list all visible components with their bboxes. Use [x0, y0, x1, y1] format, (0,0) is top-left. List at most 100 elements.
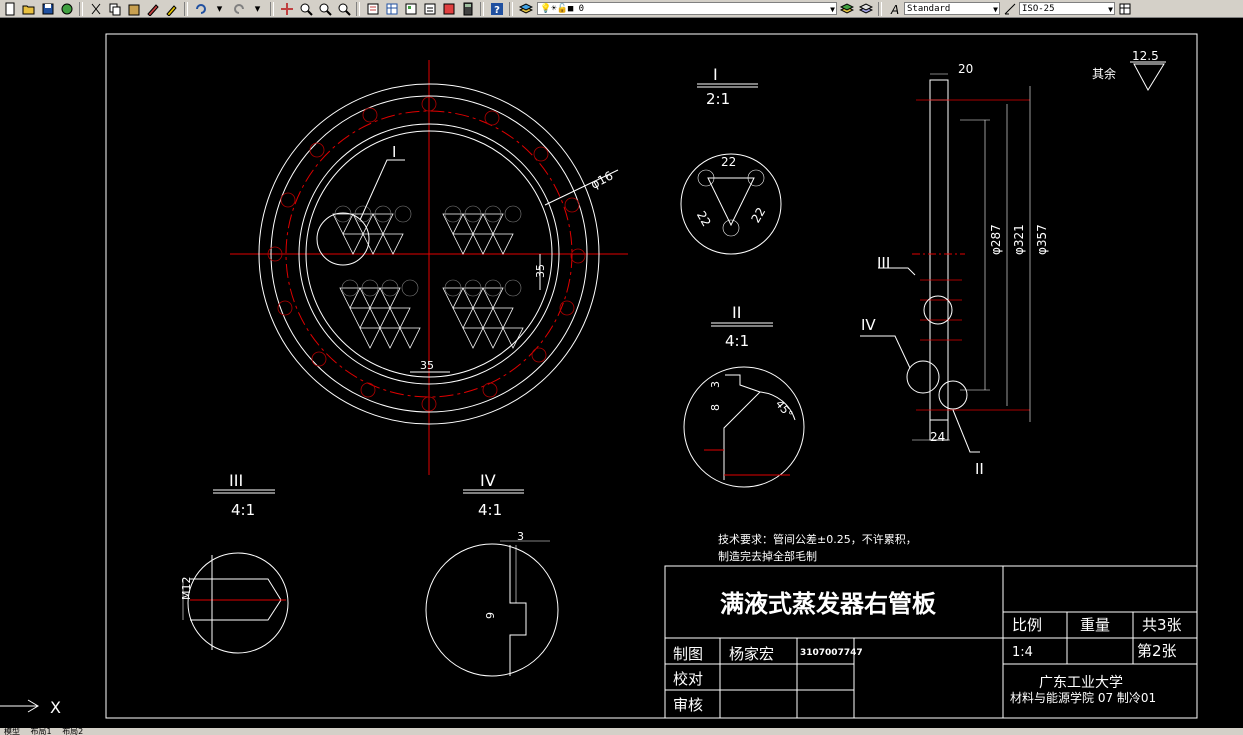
detail-IV-dim-3: 3	[517, 530, 524, 543]
detail-IV-label: IV	[480, 471, 496, 490]
svg-text:?: ?	[494, 5, 500, 16]
detail-I-label: I	[713, 65, 718, 84]
zoom-realtime-icon[interactable]	[297, 1, 314, 16]
text-style-icon[interactable]: A	[886, 1, 903, 16]
drawn-by: 杨家宏	[729, 645, 774, 663]
roughness-value: 12.5	[1132, 49, 1159, 63]
tab-layout1[interactable]: 布局1	[27, 728, 56, 735]
detail-II-label: II	[732, 303, 741, 322]
ratio-label: 比例	[1012, 616, 1042, 634]
detail-I-scale: 2:1	[706, 90, 730, 108]
dim-style-value: ISO-25	[1022, 4, 1055, 14]
detail-III-thread: M12	[180, 577, 193, 601]
drawing-canvas[interactable]: I φ16 35 35 I 2:1 22 22 22 II 4:1 3 8 45…	[0, 18, 1243, 728]
detail-II-angle: 45°	[773, 398, 795, 421]
roughness-symbol: 其余 12.5	[1092, 49, 1166, 92]
side-d357-text: φ357	[1035, 224, 1049, 255]
detail-III-view[interactable]: III 4:1 M12	[180, 471, 289, 654]
standard-toolbar: ▾ ▾ ? 💡☀🔓■ 0 ▼ A Standard ▼ ISO-25 ▼	[0, 0, 1243, 18]
department: 材料与能源学院 07 制冷01	[1010, 690, 1156, 705]
layer-dropdown[interactable]: 💡☀🔓■ 0 ▼	[537, 2, 837, 15]
detail-IV-view[interactable]: IV 4:1 3 9	[425, 471, 559, 677]
side-callout-II: II	[975, 460, 984, 478]
detail-III-label: III	[229, 471, 243, 490]
undo-icon[interactable]	[192, 1, 209, 16]
tab-model[interactable]: 模型	[0, 728, 24, 735]
detail-II-scale: 4:1	[725, 332, 749, 350]
tech-requirements-line2: 制造完去掉全部毛制	[718, 549, 817, 563]
paste-icon[interactable]	[125, 1, 142, 16]
tab-layout2[interactable]: 布局2	[58, 728, 87, 735]
save-icon[interactable]	[39, 1, 56, 16]
pan-icon[interactable]	[278, 1, 295, 16]
open-icon[interactable]	[20, 1, 37, 16]
ratio-value: 1:4	[1012, 645, 1033, 660]
drawn-label: 制图	[673, 645, 703, 663]
layer-name: 0	[578, 4, 585, 14]
markup-icon[interactable]	[440, 1, 457, 16]
pitch-vertical-text: 35	[534, 264, 547, 278]
make-current-layer-icon[interactable]	[838, 1, 855, 16]
calculator-icon[interactable]	[459, 1, 476, 16]
layer-previous-icon[interactable]	[857, 1, 874, 16]
layout-tabs: 模型 布局1 布局2	[0, 728, 1243, 735]
front-view[interactable]: I φ16 35 35	[230, 60, 628, 475]
new-icon[interactable]	[1, 1, 18, 16]
tech-requirements-line1: 技术要求：管间公差±0.25，不许累积，	[718, 532, 917, 546]
redo-dropdown-icon[interactable]: ▾	[249, 1, 266, 16]
detail-I-dim-b: 22	[694, 209, 714, 229]
cut-icon[interactable]	[87, 1, 104, 16]
detail-II-dim-8: 8	[709, 404, 722, 411]
layer-state-icons: 💡☀🔓■	[540, 4, 579, 14]
dim-style-icon[interactable]	[1001, 1, 1018, 16]
side-view[interactable]: φ287 φ321 φ357 20 24 III IV II	[860, 62, 1049, 478]
drawing-title: 满液式蒸发器右管板	[720, 590, 937, 618]
redo-icon[interactable]	[230, 1, 247, 16]
side-callout-III: III	[877, 254, 890, 272]
school-name: 广东工业大学	[1039, 675, 1123, 691]
review-label: 审核	[673, 696, 703, 714]
ucs-icon: X	[0, 698, 61, 717]
detail-I-dim-c: 22	[749, 205, 769, 225]
chevron-down-icon: ▼	[830, 5, 835, 14]
undo-dropdown-icon[interactable]: ▾	[211, 1, 228, 16]
detail-IV-dim-9: 9	[484, 612, 497, 619]
side-callout-IV: IV	[861, 316, 876, 334]
sheet-set-icon[interactable]	[421, 1, 438, 16]
text-style-dropdown[interactable]: Standard ▼	[904, 2, 1000, 15]
side-d321-text: φ321	[1012, 224, 1026, 255]
table-style-icon[interactable]	[1116, 1, 1133, 16]
detail-I-circle[interactable]	[316, 212, 370, 266]
ucs-x-label: X	[50, 698, 61, 717]
block-editor-icon[interactable]	[163, 1, 180, 16]
detail-I-view[interactable]: I 2:1 22 22 22	[680, 65, 782, 255]
roughness-label: 其余	[1092, 66, 1116, 81]
sheets-total: 共3张	[1142, 616, 1182, 634]
detail-II-view[interactable]: II 4:1 3 8 45°	[683, 303, 805, 488]
detail-I-dim-a: 22	[721, 155, 736, 169]
detail-II-dim-3: 3	[709, 381, 722, 388]
copy-icon[interactable]	[106, 1, 123, 16]
student-id: 3107007747	[800, 648, 863, 658]
chevron-down-icon: ▼	[993, 5, 998, 14]
check-label: 校对	[673, 670, 703, 688]
layer-manager-icon[interactable]	[517, 1, 534, 16]
text-style-value: Standard	[907, 4, 951, 14]
chevron-down-icon: ▼	[1108, 5, 1113, 14]
dim-style-dropdown[interactable]: ISO-25 ▼	[1019, 2, 1115, 15]
pitch-horizontal-text: 35	[420, 359, 434, 372]
zoom-window-icon[interactable]	[316, 1, 333, 16]
design-center-icon[interactable]	[383, 1, 400, 16]
match-properties-icon[interactable]	[144, 1, 161, 16]
side-bottom-width-text: 24	[930, 430, 945, 444]
svg-text:A: A	[890, 3, 899, 16]
help-icon[interactable]: ?	[488, 1, 505, 16]
zoom-previous-icon[interactable]	[335, 1, 352, 16]
tool-palettes-icon[interactable]	[402, 1, 419, 16]
publish-icon[interactable]	[58, 1, 75, 16]
properties-icon[interactable]	[364, 1, 381, 16]
detail-IV-scale: 4:1	[478, 501, 502, 519]
sheet-number: 第2张	[1137, 642, 1177, 660]
weight-label: 重量	[1080, 616, 1110, 634]
side-top-width-text: 20	[958, 62, 973, 76]
